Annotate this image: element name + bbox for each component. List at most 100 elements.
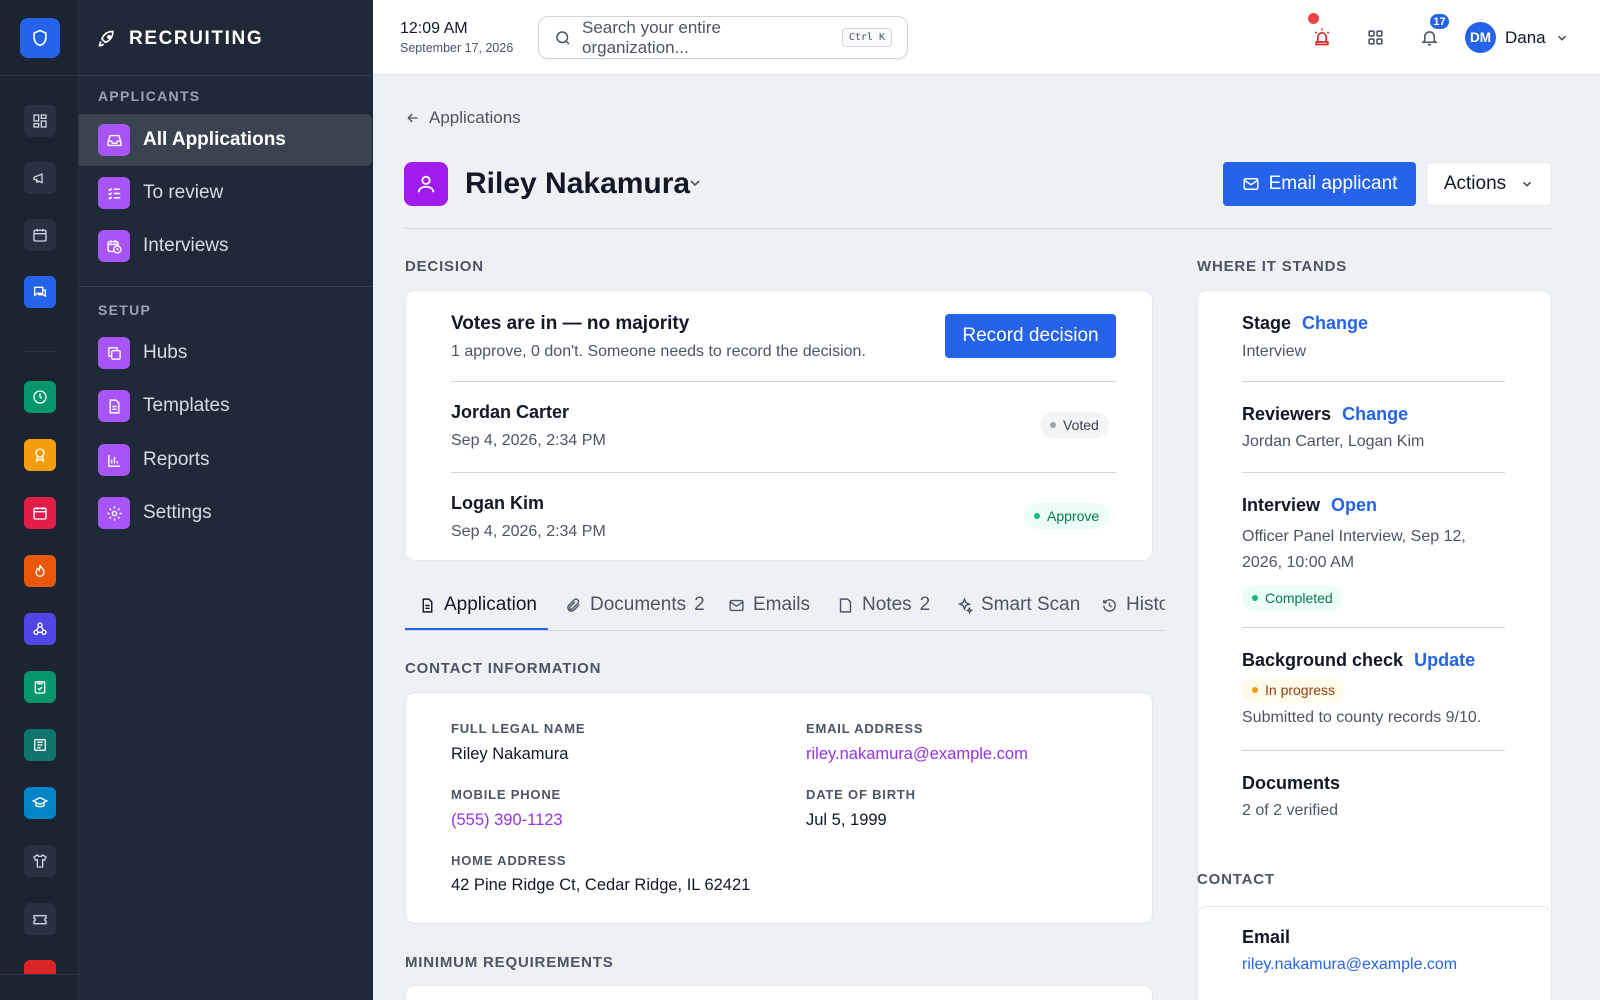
tab-history[interactable]: History xyxy=(1101,594,1165,616)
arrow-left-icon xyxy=(407,113,418,123)
field-label: DATE OF BIRTH xyxy=(806,787,916,802)
interview-value: Officer Panel Interview, Sep 12, 2026, 1… xyxy=(1242,528,1466,571)
change-stage-link[interactable]: Change xyxy=(1302,313,1368,333)
page-title: Riley Nakamura xyxy=(465,167,691,200)
status-badge: In progress xyxy=(1242,677,1346,703)
search-input[interactable]: Search your entire organization... Ctrl … xyxy=(538,16,908,59)
apps-grid-icon[interactable] xyxy=(1364,26,1386,48)
address-value: 42 Pine Ridge Ct, Cedar Ridge, IL 62421 xyxy=(451,876,751,894)
field-label: HOME ADDRESS xyxy=(451,853,567,868)
clock-icon[interactable] xyxy=(24,381,56,413)
shield-logo-icon[interactable] xyxy=(20,18,60,58)
sidebar-item-settings[interactable]: Settings xyxy=(79,487,373,539)
field-label: MOBILE PHONE xyxy=(451,787,561,802)
email-link[interactable]: riley.nakamura@example.com xyxy=(806,745,1028,764)
network-icon[interactable] xyxy=(24,613,56,645)
email-applicant-button[interactable]: Email applicant xyxy=(1223,162,1416,206)
shirt-icon[interactable] xyxy=(24,845,56,877)
calendar-icon[interactable] xyxy=(24,219,56,251)
tab-notes[interactable]: Notes 2 xyxy=(837,594,930,616)
contact-section-label: CONTACT xyxy=(1197,871,1275,888)
divider xyxy=(1242,750,1505,751)
file-text-icon xyxy=(422,597,433,613)
tab-emails[interactable]: Emails xyxy=(728,594,810,616)
sidebar-item-label: All Applications xyxy=(143,129,286,150)
reviewers-row: Reviewers Change xyxy=(1242,404,1409,424)
user-name[interactable]: Dana xyxy=(1505,28,1546,48)
chevron-down-icon xyxy=(1523,181,1532,187)
sidebar-item-label: Settings xyxy=(143,502,212,523)
open-interview-link[interactable]: Open xyxy=(1331,495,1377,515)
divider xyxy=(1242,472,1505,473)
decision-headline: Votes are in — no majority xyxy=(451,313,690,334)
graduation-cap-icon[interactable] xyxy=(24,787,56,819)
update-background-link[interactable]: Update xyxy=(1414,650,1475,670)
status-badge: Approve xyxy=(1024,503,1110,529)
contact-card: Email riley.nakamura@example.com xyxy=(1197,906,1552,1000)
stage-value: Interview xyxy=(1242,343,1307,360)
divider xyxy=(1242,627,1505,628)
ledger-icon[interactable] xyxy=(24,729,56,761)
contact-email-link[interactable]: riley.nakamura@example.com xyxy=(1242,956,1457,974)
chevron-down-icon[interactable] xyxy=(1551,27,1573,49)
chevron-down-icon[interactable] xyxy=(687,175,703,191)
calendar-red-icon[interactable] xyxy=(24,497,56,529)
chat-icon[interactable] xyxy=(24,276,56,308)
dashboard-icon[interactable] xyxy=(24,105,56,137)
megaphone-icon[interactable] xyxy=(24,162,56,194)
alert-icon[interactable] xyxy=(24,960,56,974)
contact-email-title: Email xyxy=(1242,927,1291,947)
paperclip-icon xyxy=(567,597,580,612)
avatar[interactable]: DM xyxy=(1465,22,1496,53)
main-content: Applications Riley Nakamura Email applic… xyxy=(373,75,1600,1000)
status-card: Stage Change Interview Reviewers Change … xyxy=(1197,290,1552,920)
tab-documents[interactable]: Documents 2 xyxy=(565,594,705,616)
sidebar-item-all-applications[interactable]: All Applications xyxy=(79,114,372,166)
status-badge: Voted xyxy=(1040,412,1109,438)
clock-time: 12:09 AM xyxy=(400,20,468,37)
dob-value: Jul 5, 1999 xyxy=(806,811,887,829)
divider xyxy=(1242,381,1505,382)
back-link[interactable]: Applications xyxy=(405,108,521,128)
min-requirements-section-label: MINIMUM REQUIREMENTS xyxy=(405,954,614,971)
history-icon xyxy=(1103,598,1116,612)
record-decision-button[interactable]: Record decision xyxy=(945,314,1116,358)
decision-card: Votes are in — no majority 1 approve, 0 … xyxy=(405,290,1153,561)
sidebar-section-applicants: APPLICANTS xyxy=(98,88,201,104)
search-icon xyxy=(556,30,570,45)
tab-smart-scan[interactable]: Smart Scan xyxy=(956,594,1080,616)
sidebar-item-label: Reports xyxy=(143,449,210,470)
flame-icon[interactable] xyxy=(24,555,56,587)
background-row: Background check Update xyxy=(1242,650,1476,670)
sidebar-item-label: Hubs xyxy=(143,342,188,363)
divider xyxy=(451,381,1116,382)
sidebar-item-interviews[interactable]: Interviews xyxy=(79,220,373,272)
back-label: Applications xyxy=(429,108,521,127)
actions-button[interactable]: Actions xyxy=(1426,162,1552,206)
notification-badge: 17 xyxy=(1428,12,1451,31)
status-badge: Completed xyxy=(1242,585,1343,611)
clipboard-check-icon[interactable] xyxy=(24,671,56,703)
sidebar-item-label: Interviews xyxy=(143,235,229,256)
sidebar-item-hubs[interactable]: Hubs xyxy=(79,327,373,379)
sidebar-item-to-review[interactable]: To review xyxy=(79,167,373,219)
header-divider xyxy=(405,228,1552,229)
change-reviewers-link[interactable]: Change xyxy=(1342,404,1408,424)
file-icon xyxy=(98,390,130,422)
siren-icon[interactable] xyxy=(1311,26,1333,48)
app-rail xyxy=(0,0,79,1000)
vote-time: Sep 4, 2026, 2:34 PM xyxy=(451,432,606,449)
sidebar-item-label: To review xyxy=(143,182,224,203)
copy-icon xyxy=(98,337,130,369)
phone-link[interactable]: (555) 390-1123 xyxy=(451,811,563,830)
sidebar-item-templates[interactable]: Templates xyxy=(79,380,373,432)
contact-info-card: FULL LEGAL NAME Riley Nakamura EMAIL ADD… xyxy=(405,692,1153,924)
award-icon[interactable] xyxy=(24,439,56,471)
sparkles-icon xyxy=(957,596,973,614)
ticket-icon[interactable] xyxy=(24,903,56,935)
documents-value: 2 of 2 verified xyxy=(1242,802,1339,819)
tab-application[interactable]: Application xyxy=(419,594,537,616)
rocket-icon xyxy=(98,30,114,47)
stage-row: Stage Change xyxy=(1242,313,1369,333)
sidebar-item-reports[interactable]: Reports xyxy=(79,434,373,486)
